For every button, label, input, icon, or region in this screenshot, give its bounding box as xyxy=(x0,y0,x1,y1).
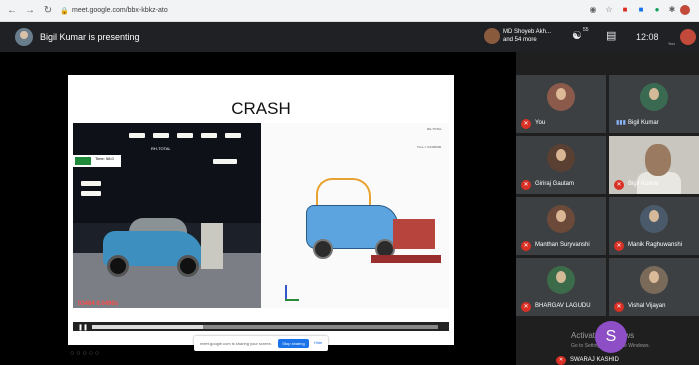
forward-icon[interactable]: → xyxy=(24,5,36,17)
people-icon[interactable]: ☯ xyxy=(572,29,582,42)
participant-tile[interactable]: ✕ Giriraj Gautam xyxy=(516,136,606,194)
mic-off-icon: ✕ xyxy=(614,241,624,251)
crash-barrier xyxy=(201,223,223,269)
people-count: 55 xyxy=(583,27,589,33)
test-wall xyxy=(73,123,261,223)
participant-name: SWARAJ KASHID xyxy=(570,357,619,363)
participant-avatar xyxy=(640,83,668,111)
sim-time: Time = 0.0490000 xyxy=(417,145,442,149)
shared-slide: CRASH RH-TOTAL Time: 58.0 03464 0.0490s … xyxy=(68,75,454,345)
car-wheel xyxy=(107,255,129,277)
stop-sharing-button[interactable]: Stop sharing xyxy=(278,339,309,348)
participant-name: BHARGAV LAGUDU xyxy=(535,303,591,309)
video-progress-track[interactable] xyxy=(92,325,438,329)
participant-tile[interactable]: ✕ You xyxy=(516,75,606,133)
mic-off-icon: ✕ xyxy=(556,356,566,365)
wall-light xyxy=(201,133,217,138)
wall-light xyxy=(81,191,101,196)
wall-light xyxy=(81,181,101,186)
star-icon[interactable]: ☆ xyxy=(604,5,614,15)
participant-avatar xyxy=(640,205,668,233)
participant-name: Bigil Kumar xyxy=(628,120,659,126)
presentation-tool-icons: ○○○○○ xyxy=(70,350,102,357)
clock: 12:08 xyxy=(636,32,659,42)
wall-light xyxy=(153,133,169,138)
wall-light xyxy=(129,133,145,138)
photo-time: Time: 58.0 xyxy=(95,156,114,161)
mic-off-icon: ✕ xyxy=(614,180,624,190)
participant-name: Manthan Suryvanshi xyxy=(535,242,590,248)
sim-ground-block xyxy=(371,255,441,263)
sim-header: RH-TOTAL xyxy=(427,127,442,131)
participant-avatar xyxy=(484,28,500,44)
participants-line-2: and 54 more xyxy=(503,37,537,43)
presenter-avatar xyxy=(15,28,33,46)
key-icon[interactable]: ◉ xyxy=(588,5,598,15)
participant-avatar xyxy=(547,205,575,233)
address-bar[interactable]: 🔒 meet.google.com/bbx-kbkz-ato xyxy=(60,4,250,18)
screen-share-bar: meet.google.com is sharing your screen. … xyxy=(194,336,328,351)
chat-icon[interactable]: ▤ xyxy=(606,29,616,42)
back-icon[interactable]: ← xyxy=(6,5,18,17)
sim-axis-x xyxy=(285,299,299,301)
wall-light xyxy=(213,159,237,164)
mic-off-icon: ✕ xyxy=(521,180,531,190)
participant-tile[interactable]: ✕ Bigil Kumar xyxy=(609,136,699,194)
participant-name: Giriraj Gautam xyxy=(535,181,575,187)
wall-light xyxy=(177,133,193,138)
profile-icon[interactable] xyxy=(680,5,690,15)
mic-off-icon: ✕ xyxy=(521,241,531,251)
participant-tile[interactable]: ✕ Manik Raghuwanshi xyxy=(609,197,699,255)
participants-line-1: MD Shoyeb Akh... xyxy=(503,29,552,35)
mic-off-icon: ✕ xyxy=(614,302,624,312)
participant-name: Bigil Kumar xyxy=(628,181,659,187)
extension-icon[interactable]: ■ xyxy=(636,5,646,15)
participant-name: You xyxy=(535,120,546,126)
presenting-label: Bigil Kumar is presenting xyxy=(40,32,140,42)
speaking-icon: ▮▮▮ xyxy=(616,120,626,126)
sim-wheel xyxy=(313,239,333,259)
video-face xyxy=(645,144,671,176)
wall-light xyxy=(225,133,241,138)
mic-off-icon: ✕ xyxy=(521,302,531,312)
mic-off-icon: ✕ xyxy=(521,119,531,129)
participant-tile[interactable]: ✕ BHARGAV LAGUDU xyxy=(516,258,606,316)
participant-initial-avatar[interactable]: S xyxy=(595,321,627,353)
participant-avatar xyxy=(547,83,575,111)
car-wheel xyxy=(177,255,199,277)
participant-tile[interactable]: ✕ Manthan Suryvanshi xyxy=(516,197,606,255)
photo-readout: 03464 0.0490s xyxy=(78,301,119,307)
self-avatar[interactable] xyxy=(680,29,696,45)
you-label: You xyxy=(668,41,675,46)
lock-icon: 🔒 xyxy=(60,7,69,15)
photo-time-box: Time: 58.0 xyxy=(73,155,121,167)
extension-icon[interactable]: ● xyxy=(652,5,662,15)
participants-grid: ✕ You ▮▮▮ Bigil Kumar ✕ Giriraj Gautam ✕… xyxy=(516,52,699,365)
hide-button[interactable]: Hide xyxy=(314,340,322,345)
sim-barrier xyxy=(393,219,435,249)
participant-tile[interactable]: ▮▮▮ Bigil Kumar xyxy=(609,75,699,133)
participant-avatar xyxy=(640,266,668,294)
participant-name: Manik Raghuwanshi xyxy=(628,242,683,248)
photo-label: RH-TOTAL xyxy=(151,146,171,151)
url-text: meet.google.com/bbx-kbkz-ato xyxy=(72,7,168,14)
slide-title: CRASH xyxy=(231,99,291,118)
share-notice: meet.google.com is sharing your screen. xyxy=(200,341,273,346)
participant-avatar xyxy=(547,266,575,294)
pause-icon[interactable]: ❚❚ xyxy=(78,324,88,331)
video-progress-fill xyxy=(92,325,203,329)
puzzle-icon[interactable]: ✱ xyxy=(667,5,677,15)
extension-icon[interactable]: ■ xyxy=(620,5,630,15)
participants-summary[interactable]: MD Shoyeb Akh... and 54 more xyxy=(503,28,551,44)
crash-test-photo: RH-TOTAL Time: 58.0 03464 0.0490s xyxy=(73,123,261,308)
participant-avatar xyxy=(547,144,575,172)
crash-simulation: RH-TOTAL Time = 0.0490000 xyxy=(261,123,449,308)
participant-name: Vishal Vijayan xyxy=(628,303,666,309)
reload-icon[interactable]: ↻ xyxy=(42,5,54,17)
participant-tile[interactable]: ✕ Vishal Vijayan xyxy=(609,258,699,316)
